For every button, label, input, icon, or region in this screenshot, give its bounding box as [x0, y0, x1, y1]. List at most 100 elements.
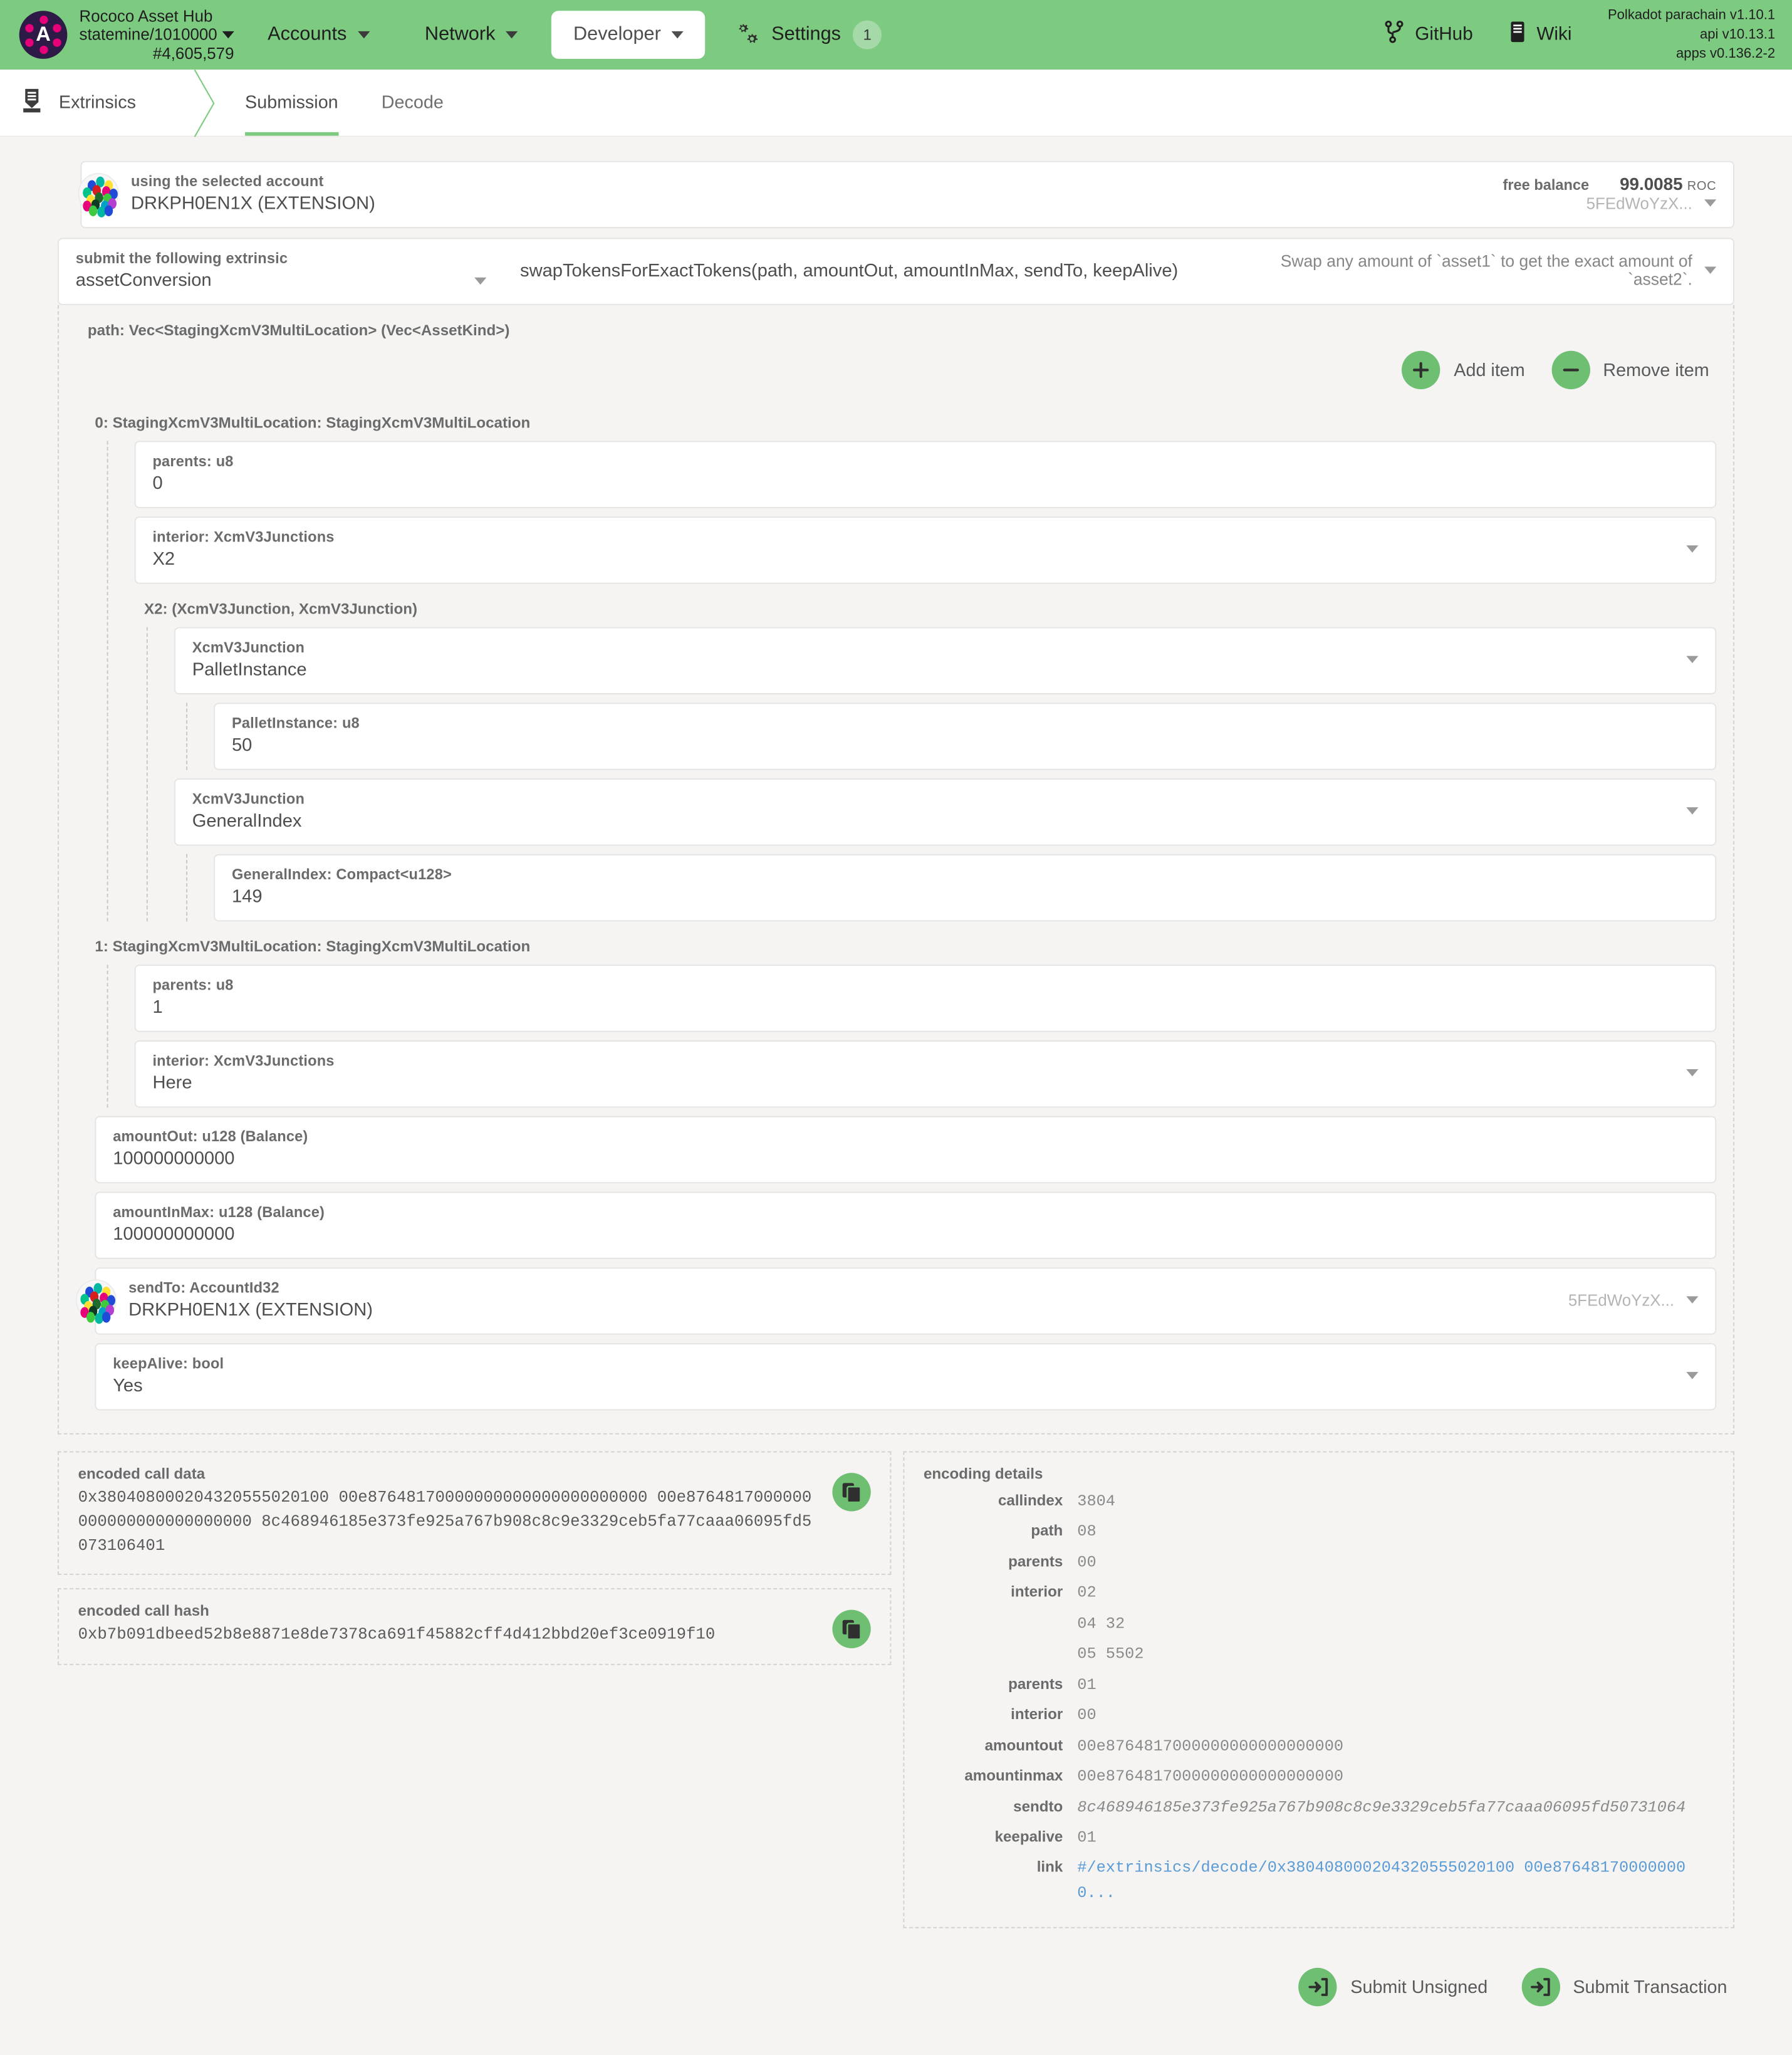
amount-out-value: 100000000000 — [113, 1148, 235, 1169]
chevron-down-icon[interactable] — [474, 276, 487, 285]
path-item-0-fields: parents: u8 0 interior: XcmV3Junctions X… — [107, 441, 1717, 922]
book-icon — [1509, 21, 1527, 50]
interior-label-0: interior: XcmV3Junctions — [152, 528, 335, 546]
encoded-call-hash-box: encoded call hash 0xb7b091dbeed52b8e8871… — [58, 1589, 892, 1666]
detail-row: keepalive 01 — [924, 1826, 1716, 1851]
detail-key: parents — [1008, 1675, 1063, 1693]
detail-key: interior — [1011, 1584, 1063, 1601]
account-value: DRKPH0EN1X (EXTENSION) — [130, 193, 375, 214]
chevron-down-icon[interactable] — [1686, 1296, 1699, 1304]
tab-decode[interactable]: Decode — [360, 70, 465, 135]
detail-row: amountout 00e8764817000000000000000000 — [924, 1734, 1716, 1759]
extrinsic-doc[interactable]: Swap any amount of `asset1` to get the e… — [1205, 250, 1733, 291]
nav-item-settings[interactable]: Settings 1 — [717, 11, 904, 59]
encoded-call-hash-value: 0xb7b091dbeed52b8e8871e8de7378ca691f4588… — [78, 1627, 716, 1646]
wiki-link[interactable]: Wiki — [1509, 21, 1571, 50]
nav-item-developer[interactable]: Developer — [551, 11, 706, 59]
keep-alive-field[interactable]: keepAlive: bool Yes — [95, 1343, 1717, 1411]
path-param-label: path: Vec<StagingXcmV3MultiLocation> (Ve… — [87, 322, 510, 339]
chain-selector[interactable]: A Rococo Asset Hub statemine/1010000 #4,… — [19, 7, 234, 63]
chevron-down-icon[interactable] — [1686, 1069, 1699, 1077]
pallet-instance-field[interactable]: PalletInstance: u8 50 — [214, 703, 1717, 770]
decode-link[interactable]: #/extrinsics/decode/0x380408000204320555… — [1077, 1856, 1716, 1905]
encoded-call-data-box: encoded call data 0x38040800020432055502… — [58, 1451, 892, 1576]
version-chain: Polkadot parachain v1.10.1 — [1607, 8, 1776, 23]
account-balance-meta: free balance 99.0085 ROC 5FEdWoYzX... — [1503, 175, 1717, 212]
detail-value: 00 — [1077, 1706, 1097, 1725]
main-content: using the selected account DRKPH0EN1X (E… — [0, 137, 1792, 2055]
keep-alive-value: Yes — [113, 1375, 143, 1396]
wiki-link-label: Wiki — [1536, 24, 1572, 44]
detail-key: callindex — [998, 1492, 1063, 1509]
free-balance-unit: ROC — [1687, 178, 1717, 193]
junction-field-0[interactable]: XcmV3Junction PalletInstance — [174, 627, 1717, 694]
detail-row: path 08 — [924, 1520, 1716, 1545]
detail-row: sendto 8c468946185e373fe925a767b908c8c9e3… — [924, 1796, 1716, 1820]
detail-key: interior — [1011, 1706, 1063, 1723]
pallet-instance-value: 50 — [231, 735, 253, 756]
tab-submission[interactable]: Submission — [224, 70, 360, 136]
minus-icon — [1551, 350, 1590, 390]
chevron-down-icon[interactable] — [1686, 1372, 1699, 1379]
detail-row: amountinmax 00e8764817000000000000000000 — [924, 1765, 1716, 1789]
chevron-down-icon[interactable] — [1704, 266, 1717, 275]
junction-inner-0: PalletInstance: u8 50 — [186, 703, 1717, 770]
send-to-field[interactable]: sendTo: AccountId32 DRKPH0EN1X (EXTENSIO… — [75, 1267, 1717, 1335]
extrinsic-label: submit the following extrinsic — [75, 249, 288, 267]
nav-item-network[interactable]: Network — [403, 11, 539, 59]
tab-decode-label: Decode — [381, 92, 444, 113]
chevron-down-icon[interactable] — [1686, 545, 1699, 553]
chevron-down-icon[interactable] — [1704, 199, 1717, 207]
add-item-button[interactable]: Add item — [1402, 350, 1525, 390]
amount-out-field[interactable]: amountOut: u128 (Balance) 100000000000 — [95, 1116, 1717, 1184]
parents-field-1[interactable]: parents: u8 1 — [134, 965, 1717, 1032]
encoded-left-column: encoded call data 0x38040800020432055502… — [58, 1451, 892, 1679]
free-balance-amount: 99.0085 — [1620, 174, 1683, 194]
breadcrumb-chevron-icon — [180, 70, 224, 137]
parents-field-0[interactable]: parents: u8 0 — [134, 441, 1717, 508]
junctions-header-0: X2: (XcmV3Junction, XcmV3Junction) — [144, 600, 418, 618]
detail-value: 01 — [1077, 1675, 1097, 1694]
encoded-call-data-value: 0x380408000204320555020100 00e8764817000… — [78, 1489, 812, 1556]
remove-item-button[interactable]: Remove item — [1551, 350, 1709, 390]
detail-key: path — [1031, 1522, 1063, 1540]
detail-value: 00 — [1077, 1553, 1097, 1572]
submit-transaction-button[interactable]: Submit Transaction — [1521, 1968, 1727, 2007]
detail-row: parents 01 — [924, 1673, 1716, 1698]
general-index-field[interactable]: GeneralIndex: Compact<u128> 149 — [214, 854, 1717, 922]
submit-unsigned-button[interactable]: Submit Unsigned — [1298, 1968, 1487, 2007]
detail-value: 00e8764817000000000000000000 — [1077, 1767, 1344, 1786]
chevron-down-icon[interactable] — [1686, 656, 1699, 664]
detail-value: 01 — [1077, 1828, 1097, 1847]
amount-in-max-label: amountInMax: u128 (Balance) — [113, 1203, 325, 1221]
detail-row: parents 00 — [924, 1551, 1716, 1576]
account-selector-row[interactable]: using the selected account DRKPH0EN1X (E… — [78, 160, 1734, 229]
encoding-details-panel: encoding details callindex 3804 path 08 pa… — [903, 1451, 1734, 1929]
amount-in-max-field[interactable]: amountInMax: u128 (Balance) 100000000000 — [95, 1191, 1717, 1259]
junction-value-1: GeneralIndex — [192, 810, 302, 832]
path-item-1-header: 1: StagingXcmV3MultiLocation: StagingXcm… — [95, 938, 531, 955]
send-to-label: sendTo: AccountId32 — [128, 1279, 279, 1297]
pallet-select[interactable]: submit the following extrinsic assetConv… — [59, 250, 503, 291]
interior-field-1[interactable]: interior: XcmV3Junctions Here — [134, 1040, 1717, 1108]
nav-item-accounts[interactable]: Accounts — [246, 11, 392, 59]
interior-field-0[interactable]: interior: XcmV3Junctions X2 — [134, 516, 1717, 584]
github-link[interactable]: GitHub — [1385, 20, 1473, 50]
version-info: Polkadot parachain v1.10.1 api v10.13.1 … — [1608, 6, 1775, 65]
copy-call-data-button[interactable] — [832, 1473, 871, 1512]
detail-row-link: link #/extrinsics/decode/0x38040800020432… — [924, 1856, 1716, 1905]
scalar-params: amountOut: u128 (Balance) 100000000000 a… — [75, 1116, 1717, 1411]
app-root: A Rococo Asset Hub statemine/1010000 #4,… — [0, 0, 1792, 2055]
junction-field-1[interactable]: XcmV3Junction GeneralIndex — [174, 778, 1717, 846]
method-select[interactable]: swapTokensForExactTokens(path, amountOut… — [503, 250, 1204, 291]
extrinsic-doc-text: Swap any amount of `asset1` to get the e… — [1280, 252, 1692, 289]
chevron-down-icon[interactable] — [1686, 807, 1699, 815]
encoding-details-box: encoding details callindex 3804 path 08 pa… — [903, 1451, 1734, 1942]
settings-badge: 1 — [853, 20, 882, 50]
vec-item-actions: Add item Remove item — [76, 350, 1716, 406]
detail-row: 04 32 — [924, 1612, 1716, 1636]
chevron-down-icon — [357, 31, 370, 39]
detail-value: 04 32 — [1077, 1614, 1125, 1633]
keep-alive-label: keepAlive: bool — [113, 1355, 224, 1373]
interior-label-1: interior: XcmV3Junctions — [152, 1052, 335, 1070]
